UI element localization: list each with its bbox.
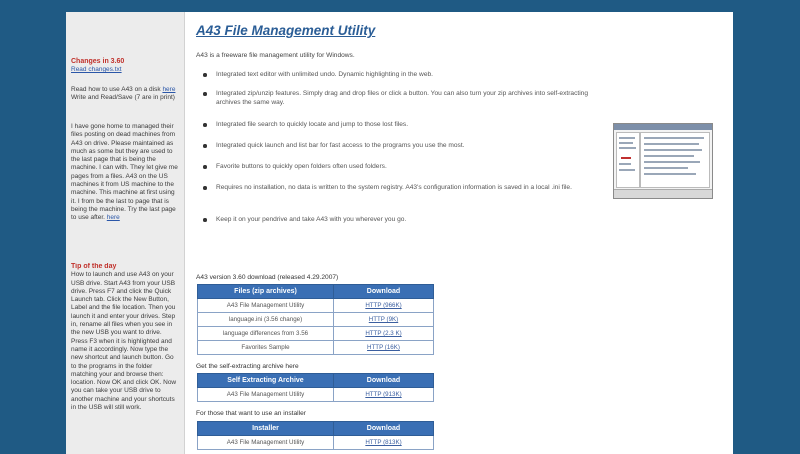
bullet-icon <box>203 186 207 190</box>
thumb-titlebar <box>614 124 712 130</box>
feature-item: Integrated text editor with unlimited un… <box>200 70 600 89</box>
thumb-left-pane <box>616 132 640 188</box>
para1-rest: Write and Read/Save (7 are in print) <box>71 94 175 102</box>
table-row: language.ini (3.56 change) HTTP (9K) <box>197 312 434 327</box>
sidebar-para1: Read how to use A43 on a disk here Write… <box>71 86 179 116</box>
col-header: Installer <box>197 421 334 436</box>
intro-text: A43 is a freeware file management utilit… <box>196 52 355 59</box>
para1-text: Read how to use A43 on a disk <box>71 86 161 93</box>
table-row: A43 File Management Utility HTTP (913K) <box>197 387 434 402</box>
section1-caption: A43 version 3.60 download (released 4.29… <box>196 274 339 281</box>
table-row: A43 File Management Utility HTTP (966K) <box>197 298 434 313</box>
sidebar-changes: Changes in 3.60 Read changes.txt <box>71 58 179 75</box>
bullet-icon <box>203 144 207 148</box>
para1-link[interactable]: here <box>162 86 175 93</box>
bullet-icon <box>203 73 207 77</box>
download-link[interactable]: HTTP (966K) <box>333 298 434 313</box>
download-link[interactable]: HTTP (16K) <box>333 340 434 355</box>
table-row: language differences from 3.56 HTTP (2.3… <box>197 326 434 341</box>
thumb-right-pane <box>640 132 710 188</box>
file-name: Favorites Sample <box>197 340 334 355</box>
download-table-installer: Installer Download A43 File Management U… <box>197 421 434 450</box>
table-row: A43 File Management Utility HTTP (813K) <box>197 435 434 450</box>
feature-item: Keep it on your pendrive and take A43 wi… <box>200 215 600 227</box>
web-page: Changes in 3.60 Read changes.txt Read ho… <box>66 12 733 454</box>
tip-text: How to launch and use A43 on your USB dr… <box>71 271 177 412</box>
download-link[interactable]: HTTP (913K) <box>333 387 434 402</box>
tip-heading: Tip of the day <box>71 263 117 270</box>
feature-item: Integrated zip/unzip features. Simply dr… <box>200 89 600 120</box>
sidebar-tip: Tip of the day How to launch and use A43… <box>71 263 179 449</box>
para2-link[interactable]: here <box>107 214 120 221</box>
download-link[interactable]: HTTP (9K) <box>333 312 434 327</box>
bullet-icon <box>203 92 207 96</box>
feature-item: Favorite buttons to quickly open folders… <box>200 162 600 183</box>
bullet-icon <box>203 123 207 127</box>
page-title[interactable]: A43 File Management Utility <box>196 23 375 38</box>
main-content: A43 File Management Utility A43 is a fre… <box>194 12 733 454</box>
col-header: Download <box>333 284 434 299</box>
sidebar-para2: I have gone home to managed their files … <box>71 123 179 265</box>
bullet-icon <box>203 218 207 222</box>
left-sidebar: Changes in 3.60 Read changes.txt Read ho… <box>66 12 185 454</box>
feature-item: Integrated file search to quickly locate… <box>200 120 600 141</box>
col-header: Download <box>333 373 434 388</box>
download-table-zip: Files (zip archives) Download A43 File M… <box>197 284 434 355</box>
col-header: Files (zip archives) <box>197 284 334 299</box>
bullet-icon <box>203 165 207 169</box>
file-name: A43 File Management Utility <box>197 298 334 313</box>
file-name: language differences from 3.56 <box>197 326 334 341</box>
app-screenshot-thumbnail[interactable] <box>613 123 713 199</box>
download-link[interactable]: HTTP (2.3 K) <box>333 326 434 341</box>
file-name: language.ini (3.56 change) <box>197 312 334 327</box>
col-header: Self Extracting Archive <box>197 373 334 388</box>
section3-caption: For those that want to use an installer <box>196 410 306 417</box>
feature-list: Integrated text editor with unlimited un… <box>200 70 600 227</box>
file-name: A43 File Management Utility <box>197 387 334 402</box>
changes-link[interactable]: Read changes.txt <box>71 66 179 74</box>
download-link[interactable]: HTTP (813K) <box>333 435 434 450</box>
file-name: A43 File Management Utility <box>197 435 334 450</box>
section2-caption: Get the self-extracting archive here <box>196 363 299 370</box>
changes-heading: Changes in 3.60 <box>71 58 125 65</box>
thumb-statusbar <box>614 189 712 198</box>
feature-item: Requires no installation, no data is wri… <box>200 183 600 215</box>
table-row: Favorites Sample HTTP (16K) <box>197 340 434 355</box>
para2-text: I have gone home to managed their files … <box>71 123 178 222</box>
download-table-sfx: Self Extracting Archive Download A43 Fil… <box>197 373 434 402</box>
col-header: Download <box>333 421 434 436</box>
feature-item: Integrated quick launch and list bar for… <box>200 141 600 162</box>
